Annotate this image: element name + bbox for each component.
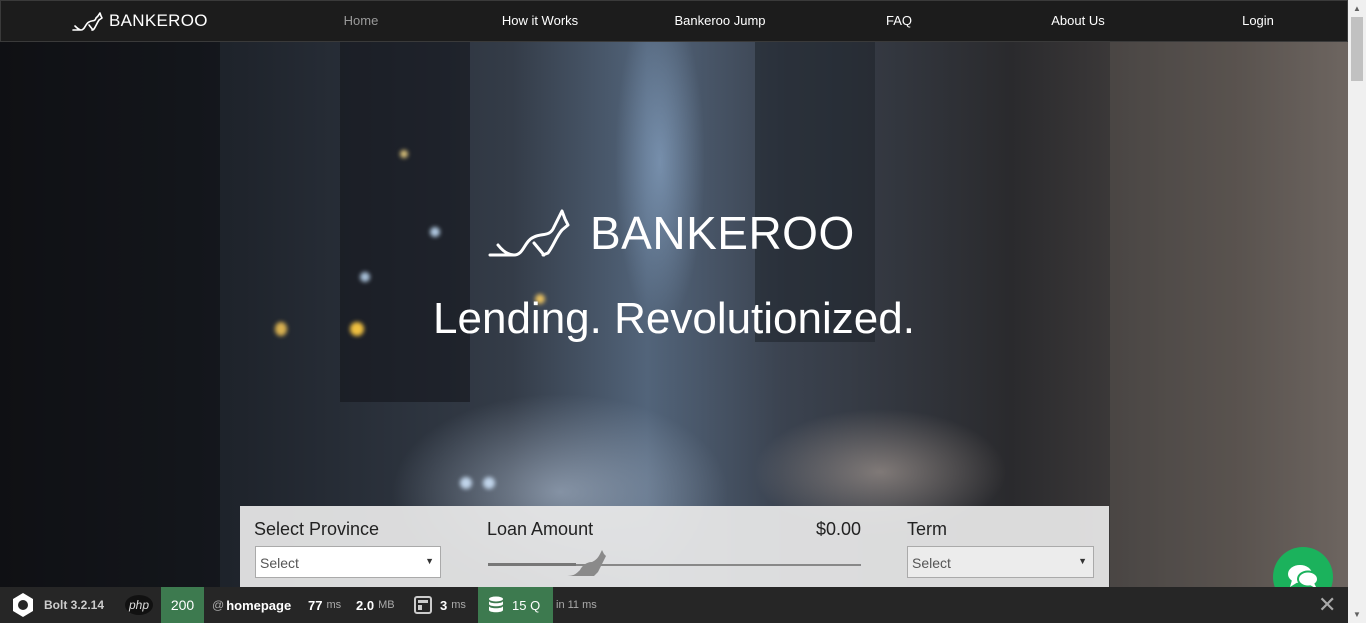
memory-usage[interactable]: 2.0 MB (356, 587, 395, 623)
city-light (400, 150, 408, 158)
scroll-up-arrow-icon[interactable]: ▲ (1348, 0, 1366, 17)
route-at: @ (212, 598, 225, 612)
hero-tagline: Lending. Revolutionized. (433, 294, 915, 343)
template-icon (414, 596, 432, 614)
scroll-down-arrow-icon[interactable]: ▼ (1348, 606, 1366, 623)
route-name: homepage (226, 597, 292, 613)
scroll-thumb[interactable] (1351, 17, 1363, 81)
query-time: in 11 ms (556, 599, 597, 611)
province-label: Select Province (254, 519, 380, 539)
status-code[interactable]: 200 (161, 587, 204, 623)
memory-value: 2.0 (356, 597, 375, 613)
city-light (360, 272, 370, 282)
top-navbar: BANKEROO Home How it Works Bankeroo Jump… (0, 0, 1348, 42)
building-shape (340, 42, 470, 402)
term-select[interactable]: Select ▼ (907, 546, 1094, 578)
loan-calculator: Select Province Select ▼ Loan Amount $0.… (240, 506, 1109, 587)
province-select-value: Select (260, 555, 299, 571)
province-select[interactable]: Select ▼ (255, 546, 441, 578)
chevron-down-icon: ▼ (425, 556, 434, 566)
request-time-unit: ms (326, 599, 342, 611)
memory-unit: MB (378, 599, 395, 611)
city-light (483, 477, 495, 489)
loan-amount-value: $0.00 (816, 519, 862, 539)
nav-home-link[interactable]: Home (301, 13, 421, 28)
page-scrollbar[interactable]: ▲ ▼ (1348, 0, 1366, 623)
close-icon[interactable]: ✕ (1318, 594, 1336, 616)
template-time-unit: ms (451, 599, 466, 611)
php-info[interactable]: php (125, 587, 154, 623)
nav-faq-link[interactable]: FAQ (839, 13, 959, 28)
bolt-version[interactable]: Bolt 3.2.14 (10, 587, 104, 623)
hero-brand-name: BANKEROO (590, 207, 855, 259)
nav-how-it-works-link[interactable]: How it Works (480, 13, 600, 28)
city-light (430, 227, 440, 237)
loan-amount-slider-fill (488, 563, 576, 566)
kangaroo-icon (72, 12, 103, 31)
kangaroo-icon (488, 209, 570, 257)
route-info[interactable]: @ homepage (212, 587, 291, 623)
database-icon (489, 596, 503, 613)
chevron-down-icon: ▼ (1078, 556, 1087, 566)
query-count[interactable]: 15 Q (478, 587, 553, 623)
request-time-value: 77 (308, 597, 323, 613)
query-count-text: 15 Q (512, 597, 541, 613)
template-time[interactable]: 3 ms (414, 587, 466, 623)
term-label: Term (907, 519, 947, 539)
php-badge: php (125, 595, 154, 615)
kangaroo-icon (566, 550, 606, 576)
brand-logo[interactable]: BANKEROO (71, 10, 208, 32)
nav-login-link[interactable]: Login (1198, 13, 1318, 28)
hero-logo: BANKEROO (488, 205, 855, 261)
loan-amount-label: Loan Amount (487, 519, 594, 539)
debug-toolbar: Bolt 3.2.14 php 200 @ homepage 77 ms 2.0… (0, 587, 1348, 623)
request-time[interactable]: 77 ms (308, 587, 341, 623)
bolt-icon (13, 593, 33, 617)
template-time-value: 3 (440, 597, 448, 613)
nav-about-us-link[interactable]: About Us (1018, 13, 1138, 28)
term-select-value: Select (912, 555, 951, 571)
nav-bankeroo-jump-link[interactable]: Bankeroo Jump (660, 13, 780, 28)
city-light (460, 477, 472, 489)
slider-handle[interactable] (564, 546, 612, 583)
brand-name: BANKEROO (109, 11, 208, 30)
bolt-version-text: Bolt 3.2.14 (44, 598, 105, 612)
